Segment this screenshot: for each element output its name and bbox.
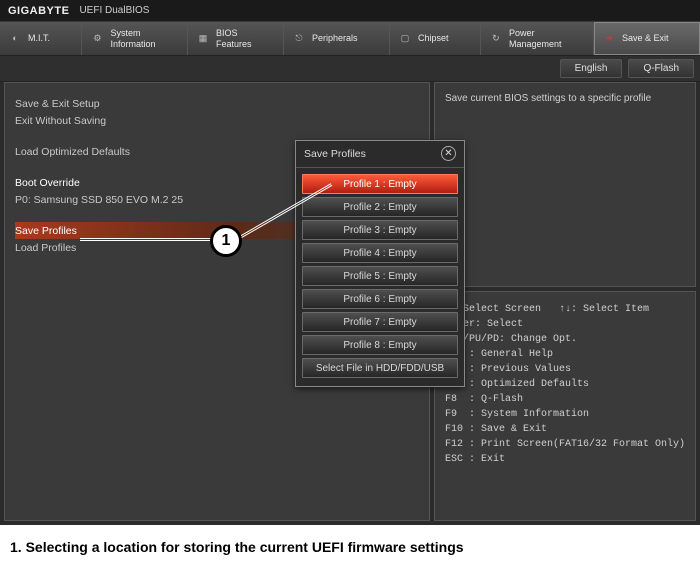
- power-icon: ↻: [489, 32, 503, 46]
- profile-slot-3[interactable]: Profile 3 : Empty: [302, 220, 458, 240]
- description-pane: Save current BIOS settings to a specific…: [434, 82, 696, 287]
- profile-slot-6[interactable]: Profile 6 : Empty: [302, 289, 458, 309]
- tab-save-exit[interactable]: ➜ Save & Exit: [594, 22, 700, 55]
- features-icon: ▦: [196, 32, 210, 46]
- profile-slot-4[interactable]: Profile 4 : Empty: [302, 243, 458, 263]
- callout-badge-1: 1: [210, 225, 242, 257]
- tab-label: Peripherals: [312, 33, 358, 44]
- bios-window: GIGABYTE UEFI DualBIOS ◐ M.I.T. ⚙ System…: [0, 0, 700, 525]
- close-icon[interactable]: ✕: [441, 146, 456, 161]
- language-button[interactable]: English: [560, 59, 623, 78]
- profile-slot-5[interactable]: Profile 5 : Empty: [302, 266, 458, 286]
- callout-line: [80, 238, 212, 242]
- peripherals-icon: ⎋: [292, 32, 306, 46]
- tab-label: Save & Exit: [622, 33, 669, 44]
- main-tabs: ◐ M.I.T. ⚙ System Information ▦ BIOS Fea…: [0, 22, 700, 56]
- chipset-icon: ▢: [398, 32, 412, 46]
- tab-power[interactable]: ↻ Power Management: [481, 22, 594, 55]
- tab-label: BIOS Features: [216, 28, 252, 50]
- save-profiles-dialog: Save Profiles ✕ Profile 1 : Empty Profil…: [295, 140, 465, 387]
- tab-label: Chipset: [418, 33, 449, 44]
- tab-label: M.I.T.: [28, 33, 50, 44]
- profile-slot-7[interactable]: Profile 7 : Empty: [302, 312, 458, 332]
- brand-logo: GIGABYTE: [8, 5, 69, 17]
- figure-caption: 1. Selecting a location for storing the …: [0, 525, 700, 569]
- help-pane: ↔: Select Screen ↑↓: Select Item Enter: …: [434, 291, 696, 521]
- tab-peripherals[interactable]: ⎋ Peripherals: [284, 22, 390, 55]
- tab-system-info[interactable]: ⚙ System Information: [82, 22, 188, 55]
- tab-bios-features[interactable]: ▦ BIOS Features: [188, 22, 284, 55]
- profile-slot-2[interactable]: Profile 2 : Empty: [302, 197, 458, 217]
- brand-subtitle: UEFI DualBIOS: [79, 5, 149, 16]
- item-save-exit-setup[interactable]: Save & Exit Setup: [15, 95, 419, 112]
- item-exit-no-save[interactable]: Exit Without Saving: [15, 112, 419, 129]
- right-column: Save current BIOS settings to a specific…: [434, 82, 696, 521]
- dialog-titlebar: Save Profiles ✕: [296, 141, 464, 168]
- title-bar: GIGABYTE UEFI DualBIOS: [0, 0, 700, 22]
- dialog-title: Save Profiles: [304, 148, 366, 160]
- profile-slot-1[interactable]: Profile 1 : Empty: [302, 174, 458, 194]
- gear-icon: ⚙: [90, 32, 104, 46]
- dialog-body: Profile 1 : Empty Profile 2 : Empty Prof…: [296, 168, 464, 386]
- tab-label: System Information: [110, 28, 155, 50]
- exit-icon: ➜: [602, 32, 616, 46]
- mit-icon: ◐: [8, 32, 22, 46]
- tab-label: Power Management: [509, 28, 562, 50]
- profile-select-file[interactable]: Select File in HDD/FDD/USB: [302, 358, 458, 378]
- tab-mit[interactable]: ◐ M.I.T.: [0, 22, 82, 55]
- profile-slot-8[interactable]: Profile 8 : Empty: [302, 335, 458, 355]
- qflash-button[interactable]: Q-Flash: [628, 59, 694, 78]
- util-bar: English Q-Flash: [0, 56, 700, 82]
- tab-chipset[interactable]: ▢ Chipset: [390, 22, 481, 55]
